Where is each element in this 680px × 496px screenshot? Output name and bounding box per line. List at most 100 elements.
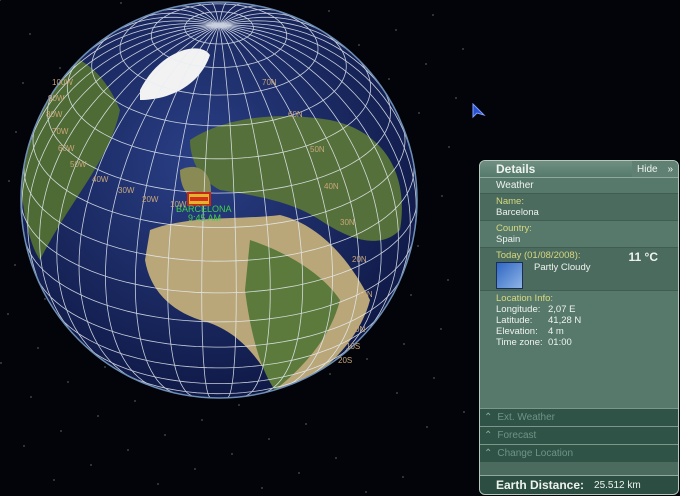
lat-label: 70N bbox=[262, 78, 277, 87]
earth-distance: Earth Distance: 25.512 km bbox=[480, 475, 678, 494]
lon-label: 60W bbox=[58, 144, 75, 153]
double-chevron-up-icon: ⌃ bbox=[484, 448, 493, 459]
star bbox=[366, 358, 368, 360]
lon-label: 20W bbox=[142, 195, 159, 204]
location-row: Elevation: 4 m bbox=[496, 326, 678, 337]
star bbox=[44, 298, 46, 300]
location-row: Longitude: 2,07 E bbox=[496, 304, 678, 315]
earth-distance-value: 25.512 km bbox=[594, 479, 641, 491]
location-row: Latitude: 41,28 N bbox=[496, 315, 678, 326]
hide-button[interactable]: Hide » bbox=[632, 161, 678, 177]
star bbox=[7, 313, 9, 315]
expander-label: Forecast bbox=[497, 430, 537, 441]
star bbox=[365, 491, 367, 493]
star bbox=[305, 423, 307, 425]
earth-distance-label: Earth Distance: bbox=[496, 478, 585, 492]
star bbox=[53, 479, 55, 481]
location-key: Time zone: bbox=[496, 337, 543, 348]
star bbox=[97, 415, 99, 417]
star bbox=[298, 472, 300, 474]
location-key: Longitude: bbox=[496, 304, 541, 315]
country-value: Spain bbox=[496, 234, 521, 245]
location-value: 41,28 N bbox=[548, 315, 582, 326]
star bbox=[395, 29, 397, 31]
star bbox=[120, 2, 122, 4]
double-chevron-up-icon: ⌃ bbox=[484, 412, 493, 423]
lon-label: 80W bbox=[46, 110, 63, 119]
star bbox=[268, 438, 270, 440]
lon-label: 70W bbox=[52, 127, 69, 136]
star bbox=[8, 180, 10, 182]
star bbox=[328, 10, 330, 12]
partly-cloudy-icon bbox=[496, 262, 523, 289]
lat-label: 10S bbox=[346, 342, 361, 351]
star bbox=[463, 411, 465, 413]
location-row: Time zone: 01:00 bbox=[496, 337, 678, 348]
lat-label: 40N bbox=[324, 182, 339, 191]
double-chevron-up-icon: ⌃ bbox=[484, 430, 493, 441]
lat-label: 30N bbox=[340, 218, 355, 227]
star bbox=[22, 82, 24, 84]
star bbox=[59, 67, 61, 69]
star bbox=[0, 362, 2, 364]
details-panel: Details Hide » Weather Name: Barcelona Co… bbox=[479, 160, 679, 495]
country-label: Country: bbox=[496, 223, 532, 234]
forecast-expander[interactable]: ⌃ Forecast bbox=[480, 426, 678, 444]
star bbox=[164, 434, 166, 436]
name-value: Barcelona bbox=[496, 207, 539, 218]
star bbox=[60, 430, 62, 432]
star bbox=[403, 343, 405, 345]
lat-label: 0N bbox=[355, 325, 366, 334]
star bbox=[134, 400, 136, 402]
location-key: Elevation: bbox=[496, 326, 538, 337]
lat-label: 10N bbox=[358, 290, 373, 299]
star bbox=[261, 487, 263, 489]
hide-label: Hide bbox=[637, 163, 658, 175]
star bbox=[194, 468, 196, 470]
location-value: 4 m bbox=[548, 326, 564, 337]
panel-header: Details Hide » bbox=[480, 161, 678, 178]
star bbox=[402, 476, 404, 478]
star bbox=[425, 63, 427, 65]
location-value: 2,07 E bbox=[548, 304, 576, 315]
ext-weather-expander[interactable]: ⌃ Ext. Weather bbox=[480, 408, 678, 426]
double-chevron-down-icon: » bbox=[667, 163, 673, 175]
change-location-expander[interactable]: ⌃ Change Location bbox=[480, 444, 678, 462]
star bbox=[14, 264, 16, 266]
star bbox=[67, 381, 69, 383]
lon-label: 40W bbox=[92, 175, 109, 184]
lon-label: 10W bbox=[170, 200, 187, 209]
lat-label: 60N bbox=[288, 110, 303, 119]
star bbox=[447, 279, 449, 281]
star bbox=[201, 419, 203, 421]
star bbox=[440, 328, 442, 330]
expander-label: Change Location bbox=[497, 448, 574, 459]
location-value: 01:00 bbox=[548, 337, 572, 348]
star bbox=[127, 449, 129, 451]
lat-label: 50N bbox=[310, 145, 325, 154]
lon-label: 30W bbox=[118, 186, 135, 195]
star bbox=[335, 457, 337, 459]
star bbox=[426, 426, 428, 428]
star bbox=[441, 195, 443, 197]
star bbox=[157, 483, 159, 485]
star bbox=[0, 0, 1, 1]
star bbox=[37, 347, 39, 349]
star bbox=[410, 294, 412, 296]
location-key: Latitude: bbox=[496, 315, 533, 326]
city-time: 9:45 AM bbox=[188, 213, 221, 223]
star bbox=[448, 146, 450, 148]
lon-label: 50W bbox=[70, 160, 87, 169]
mouse-cursor-icon bbox=[472, 103, 486, 119]
earth-globe[interactable]: BARCELONA 9:45 AM bbox=[0, 0, 470, 496]
star bbox=[104, 366, 106, 368]
star bbox=[231, 453, 233, 455]
star bbox=[455, 97, 457, 99]
location-info-label: Location Info: bbox=[496, 293, 554, 304]
lat-label: 20N bbox=[352, 255, 367, 264]
lon-label: 100W bbox=[52, 78, 73, 87]
star bbox=[29, 33, 31, 35]
section-weather: Weather bbox=[480, 178, 678, 194]
star bbox=[358, 44, 360, 46]
condition: Partly Cloudy bbox=[534, 262, 591, 273]
